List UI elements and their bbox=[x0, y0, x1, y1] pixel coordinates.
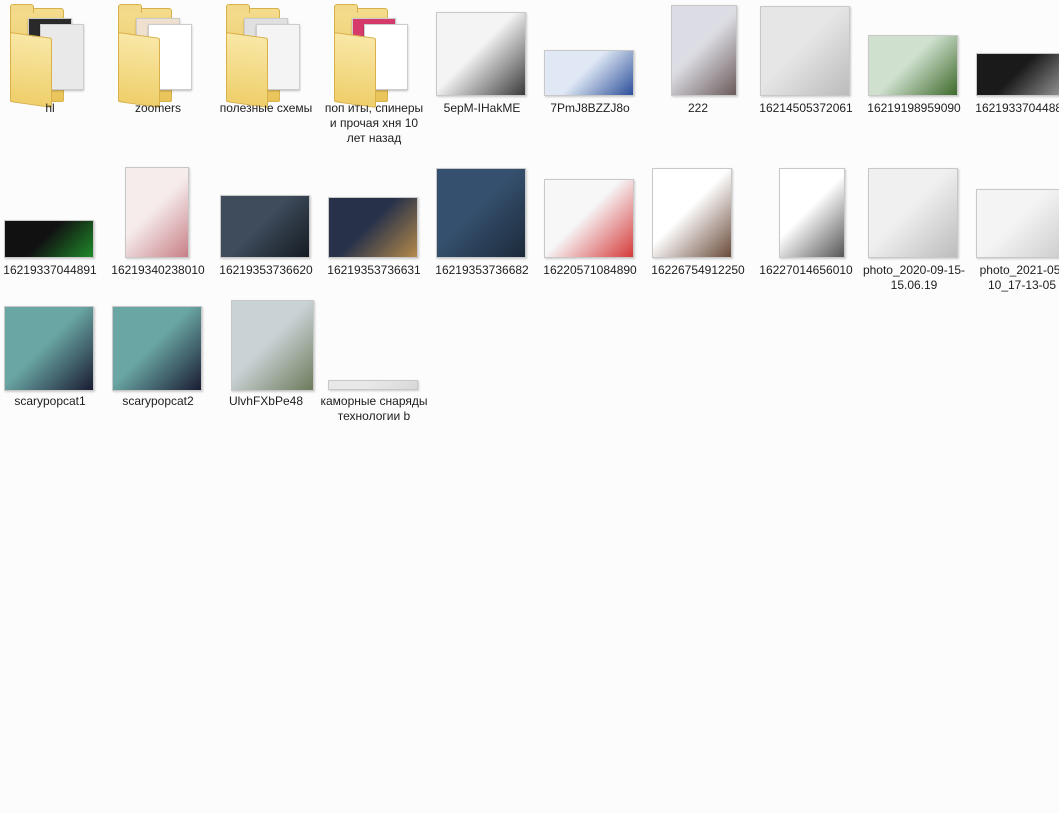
item-label: каморные снаряды технологии b bbox=[320, 394, 428, 423]
image-thumbnail-icon bbox=[976, 53, 1059, 96]
folder-icon bbox=[226, 4, 300, 108]
image-thumbnail-icon bbox=[328, 380, 418, 390]
image-thumbnail-icon bbox=[760, 6, 850, 96]
image-thumbnail-icon bbox=[125, 167, 189, 258]
folder-icon bbox=[10, 4, 84, 108]
file-item[interactable]: 16219353736682 bbox=[428, 164, 536, 324]
item-label: 16219198959090 bbox=[867, 101, 961, 115]
folder-item[interactable]: полезные схемы bbox=[212, 0, 320, 160]
item-label: 16214505372061 bbox=[759, 101, 853, 115]
item-label: поп иты, спинеры и прочая хня 10 лет наз… bbox=[324, 101, 424, 145]
item-label: 222 bbox=[687, 101, 709, 115]
item-label: scarypopcat1 bbox=[14, 394, 86, 408]
item-label: photo_2021-05-10_17-13-05 bbox=[979, 263, 1059, 292]
item-label: 16220571084890 bbox=[543, 263, 637, 277]
item-label: 16226754912250 bbox=[651, 263, 745, 277]
image-thumbnail-icon bbox=[868, 35, 958, 96]
image-thumbnail-icon bbox=[4, 220, 94, 258]
image-thumbnail-icon bbox=[544, 50, 634, 96]
file-item[interactable]: scarypopcat1 bbox=[0, 298, 104, 448]
image-thumbnail-icon bbox=[4, 306, 94, 391]
image-thumbnail-icon bbox=[779, 168, 845, 258]
folder-icon bbox=[334, 4, 408, 108]
folder-item[interactable]: zoomers bbox=[104, 0, 212, 160]
file-item[interactable]: 16226754912250 bbox=[644, 164, 752, 324]
image-thumbnail-icon bbox=[328, 197, 418, 258]
item-label: 16219353736682 bbox=[435, 263, 529, 277]
item-label: scarypopcat2 bbox=[122, 394, 194, 408]
file-item[interactable]: photo_2020-09-15-15.06.19 bbox=[860, 164, 968, 324]
item-label: 16227014656010 bbox=[759, 263, 853, 277]
file-item[interactable]: 16214505372061 bbox=[752, 0, 860, 160]
item-label: 16219353736620 bbox=[219, 263, 313, 277]
item-label: hl bbox=[45, 101, 55, 115]
image-thumbnail-icon bbox=[868, 168, 958, 258]
file-item[interactable]: каморные снаряды технологии b bbox=[320, 298, 428, 448]
file-item[interactable]: 16219198959090 bbox=[860, 0, 968, 160]
image-thumbnail-icon bbox=[436, 168, 526, 258]
item-label: полезные схемы bbox=[219, 101, 313, 115]
folder-icon bbox=[118, 4, 192, 108]
item-label: zoomers bbox=[134, 101, 181, 115]
folder-item[interactable]: поп иты, спинеры и прочая хня 10 лет наз… bbox=[320, 0, 428, 160]
file-item[interactable]: 222 bbox=[644, 0, 752, 160]
image-thumbnail-icon bbox=[220, 195, 310, 258]
file-item[interactable]: UlvhFXbPe48 bbox=[212, 298, 320, 448]
file-item[interactable]: photo_2021-05-10_17-13-05 bbox=[968, 164, 1059, 324]
file-item[interactable]: 5epM-IHakME bbox=[428, 0, 536, 160]
item-label: UlvhFXbPe48 bbox=[228, 394, 304, 408]
item-label: 5epM-IHakME bbox=[443, 101, 521, 115]
image-thumbnail-icon bbox=[231, 300, 314, 391]
image-thumbnail-icon bbox=[112, 306, 202, 391]
file-item[interactable]: scarypopcat2 bbox=[104, 298, 212, 448]
image-thumbnail-icon bbox=[436, 12, 526, 96]
file-item[interactable]: 16219337044880 bbox=[968, 0, 1059, 160]
item-label: 16219337044891 bbox=[3, 263, 97, 277]
file-item[interactable]: 16227014656010 bbox=[752, 164, 860, 324]
image-thumbnail-icon bbox=[544, 179, 634, 258]
item-label: 16219340238010 bbox=[111, 263, 205, 277]
item-label: 16219353736631 bbox=[327, 263, 421, 277]
image-thumbnail-icon bbox=[652, 168, 732, 258]
item-label: 7PmJ8BZZJ8o bbox=[550, 101, 630, 115]
item-label: 16219337044880 bbox=[975, 101, 1059, 115]
item-label: photo_2020-09-15-15.06.19 bbox=[862, 263, 966, 292]
file-item[interactable]: 7PmJ8BZZJ8o bbox=[536, 0, 644, 160]
folder-item[interactable]: hl bbox=[0, 0, 104, 160]
file-view: hl zoomers полезные схемы поп иты, спинеры … bbox=[0, 0, 1059, 813]
file-item[interactable]: 16220571084890 bbox=[536, 164, 644, 324]
image-thumbnail-icon bbox=[976, 189, 1059, 258]
image-thumbnail-icon bbox=[671, 5, 737, 96]
